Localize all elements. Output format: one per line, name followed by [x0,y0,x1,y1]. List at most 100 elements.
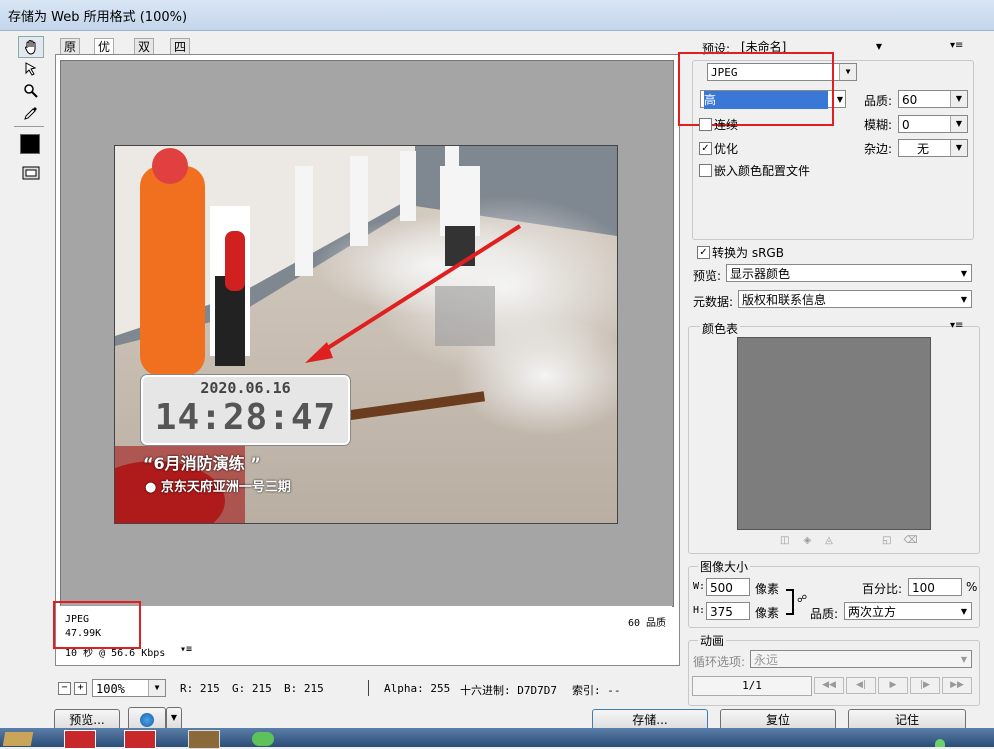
width-input[interactable]: 500 [706,578,750,596]
taskbar-start-icon[interactable] [0,728,40,747]
first-frame-icon[interactable]: ◀◀ [814,677,844,694]
loop-value: 永远 [754,653,779,667]
browser-icon [140,713,154,727]
height-label: H: [693,605,706,616]
status-r: R: 215 [180,682,220,695]
chevron-down-icon: ▼ [836,95,843,104]
toggle-slices-icon[interactable] [18,162,44,184]
width-value: 500 [710,581,733,595]
embed-profile-label: 嵌入颜色配置文件 [714,164,811,178]
frame-counter: 1/1 [692,676,812,696]
status-alpha: Alpha: 255 [384,682,451,695]
height-unit: 像素 [755,606,780,620]
blur-value: 0 [902,118,910,132]
blur-input[interactable]: 0 ▼ [898,115,968,133]
quality-input[interactable]: 60 ▼ [898,90,968,108]
zoom-select[interactable]: 100% ▼ [92,679,166,697]
height-value: 375 [710,605,733,619]
metadata-value: 版权和联系信息 [742,293,827,307]
progressive-label: 连续 [714,118,739,132]
chevron-down-icon: ▼ [950,91,967,107]
width-label: W: [693,581,706,592]
timestamp-panel: 2020.06.16 14:28:47 [141,375,350,445]
chevron-down-icon: ▼ [960,607,967,616]
prev-frame-icon[interactable]: ◀| [846,677,876,694]
info-quality: 60 品质 [627,618,666,629]
map-transparent-icon[interactable]: ◫ [780,535,803,546]
window-title: 存储为 Web 所用格式 (100%) [8,10,188,25]
preview-image: 2020.06.16 14:28:47 “6月消防演练 ” ● 京东天府亚洲一号… [114,145,618,524]
percent-unit: % [966,580,978,594]
new-color-icon[interactable]: ◱ [882,535,903,546]
chevron-down-icon: ▼ [960,269,967,278]
zoom-in-button[interactable]: + [74,682,87,695]
taskbar-app-icon[interactable] [60,728,100,749]
color-table-menu-icon[interactable]: ▾≡ [950,320,963,331]
metadata-select[interactable]: 版权和联系信息 ▼ [738,290,972,308]
width-unit: 像素 [755,582,780,596]
location-pin-icon: ● [145,480,157,495]
optimize-menu-icon[interactable]: ▾≡ [950,40,963,51]
convert-srgb-checkbox[interactable]: ✓ [697,246,710,259]
taskbar [0,728,994,749]
image-size-title: 图像大小 [698,558,751,575]
resample-select[interactable]: 两次立方 ▼ [844,602,972,620]
embed-profile-checkbox[interactable] [699,164,712,177]
status-hex: 十六进制: D7D7D7 [460,684,557,697]
taskbar-app-icon[interactable] [120,728,160,749]
caption-location-text: 京东天府亚洲一号三期 [160,480,291,495]
zoom-tool-icon[interactable] [18,80,44,102]
zoom-out-button[interactable]: − [58,682,71,695]
next-frame-icon[interactable]: |▶ [910,677,940,694]
height-input[interactable]: 375 [706,602,750,620]
color-table-tools: ◫◈◬ [780,535,847,546]
percent-value: 100 [912,581,935,595]
timestamp-date: 2020.06.16 [200,379,291,397]
eyedropper-color-swatch[interactable] [20,134,40,154]
eyedropper-tool-icon[interactable] [18,102,44,124]
slice-select-tool-icon[interactable] [18,58,44,80]
matte-select[interactable]: 无 ▼ [898,139,968,157]
taskbar-app-icon[interactable] [184,728,224,749]
toolbar-divider [14,126,44,127]
caption-location: ● 京东天府亚洲一号三期 [145,476,291,495]
percent-input[interactable]: 100 [908,578,962,596]
taskbar-chat-icon[interactable] [244,728,284,747]
percent-label: 百分比: [862,582,903,596]
chevron-down-icon: ▼ [950,116,967,132]
highlight-box-info [53,601,141,649]
status-divider [368,680,369,696]
status-b: B: 215 [284,682,324,695]
lock-color-icon[interactable]: ◬ [825,535,847,546]
progressive-checkbox[interactable] [699,118,712,131]
preview-select[interactable]: 显示器颜色 ▼ [726,264,972,282]
optimized-label: 优化 [714,142,739,156]
zoom-value: 100% [96,682,125,696]
color-table-title: 颜色表 [700,320,741,337]
timestamp-time: 14:28:47 [154,397,337,438]
chevron-down-icon: ▼ [960,295,967,304]
animation-controls: ◀◀ ◀| ▶ |▶ ▶▶ [814,677,974,694]
quality-value: 60 [902,93,918,107]
status-bar: − + 100% ▼ R: 215 G: 215 B: 215 Alpha: 2… [52,678,682,698]
hand-tool-icon[interactable] [18,36,44,58]
preview-value: 显示器颜色 [730,267,791,281]
play-icon[interactable]: ▶ [878,677,908,694]
tool-panel [12,34,46,704]
web-snap-icon[interactable]: ◈ [803,535,825,546]
convert-srgb-label: 转换为 sRGB [712,246,784,260]
highlight-box-format [678,52,834,126]
status-index: 索引: -- [572,684,621,697]
last-frame-icon[interactable]: ▶▶ [942,677,972,694]
caption-title: “6月消防演练 ” [143,454,261,473]
color-table-swatches[interactable] [737,337,931,530]
tray-status-icon[interactable] [935,739,945,747]
chevron-down-icon: ▼ [839,64,856,80]
optimized-checkbox[interactable]: ✓ [699,142,712,155]
trash-icon[interactable]: ⌫ [903,535,929,546]
loop-select[interactable]: 永远 ▼ [750,650,972,668]
link-icon[interactable]: ☍ [797,594,807,605]
info-menu-icon[interactable]: ▾≡ [180,644,192,655]
optimization-info: JPEG 47.99K 10 秒 @ 56.6 Kbps ▾≡ 60 品质 [60,606,672,659]
resample-label: 品质: [810,607,839,621]
